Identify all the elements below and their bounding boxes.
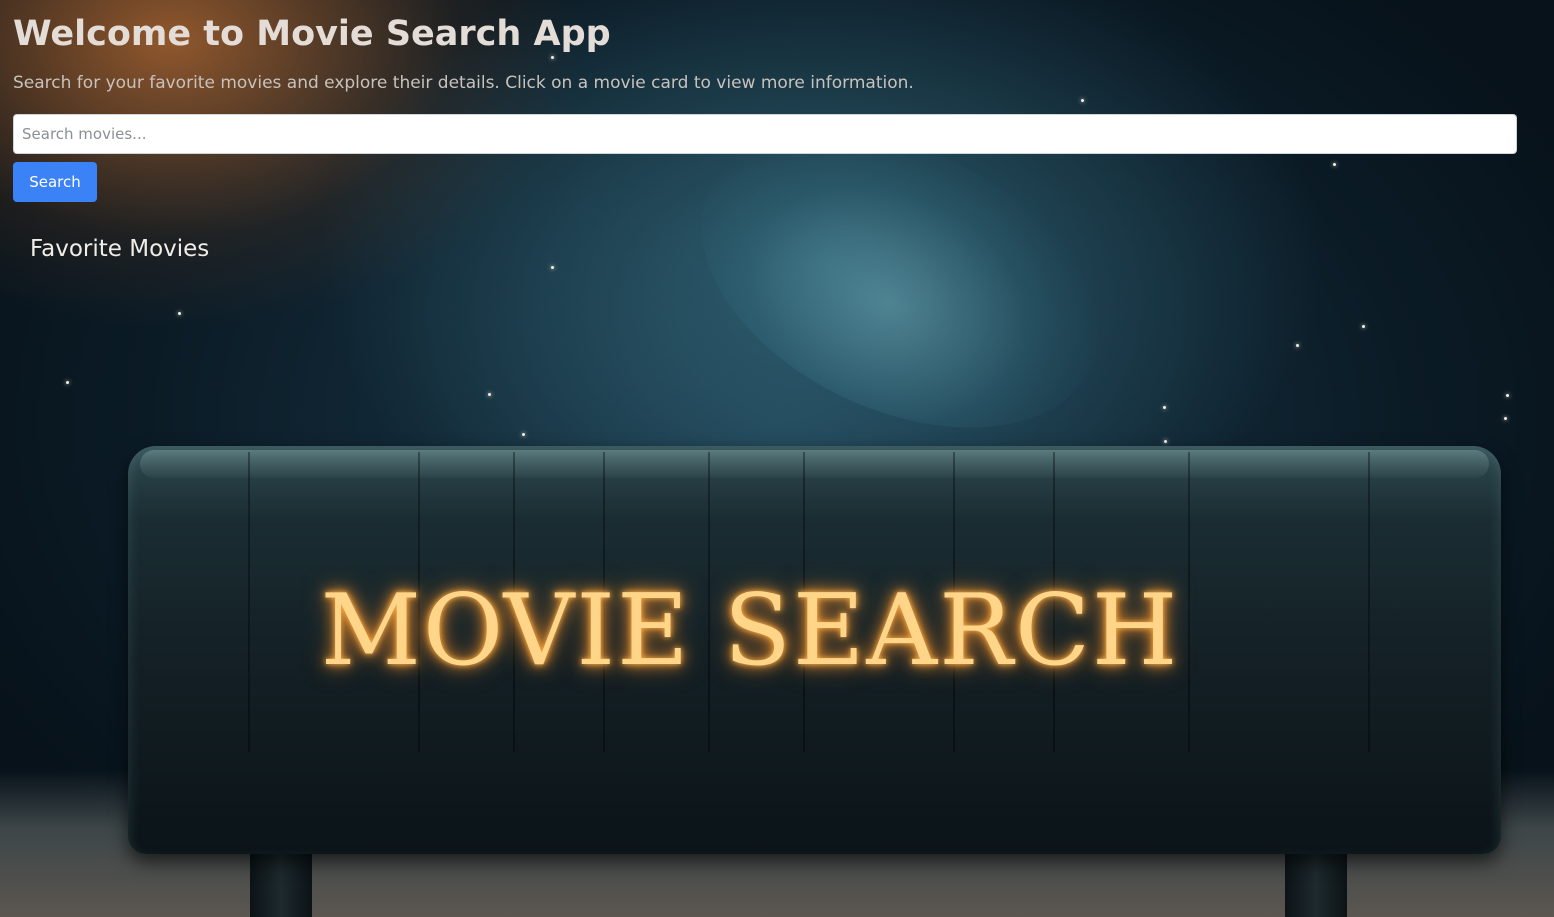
star	[66, 381, 69, 384]
page-title: Welcome to Movie Search App	[13, 14, 611, 54]
star	[1081, 99, 1084, 102]
star	[1504, 417, 1507, 420]
star	[1296, 344, 1299, 347]
bench-leg	[250, 848, 312, 917]
bench-seam	[248, 452, 250, 752]
star	[1164, 440, 1167, 443]
bench-seam	[1368, 452, 1370, 752]
search-input[interactable]	[13, 114, 1517, 154]
favorites-list	[30, 272, 1510, 282]
search-button[interactable]: Search	[13, 162, 97, 202]
star	[1333, 163, 1336, 166]
star	[1362, 325, 1365, 328]
favorites-heading: Favorite Movies	[30, 236, 210, 262]
star	[551, 266, 554, 269]
star	[488, 393, 491, 396]
background-logo-text: MOVIE SEARCH	[320, 574, 1180, 688]
star	[1506, 394, 1509, 397]
star	[551, 56, 554, 59]
bench-top-cushion	[140, 450, 1489, 478]
star	[178, 312, 181, 315]
page-subtitle: Search for your favorite movies and expl…	[13, 73, 914, 93]
bench-leg	[1285, 848, 1347, 917]
star	[522, 433, 525, 436]
star	[1163, 406, 1166, 409]
